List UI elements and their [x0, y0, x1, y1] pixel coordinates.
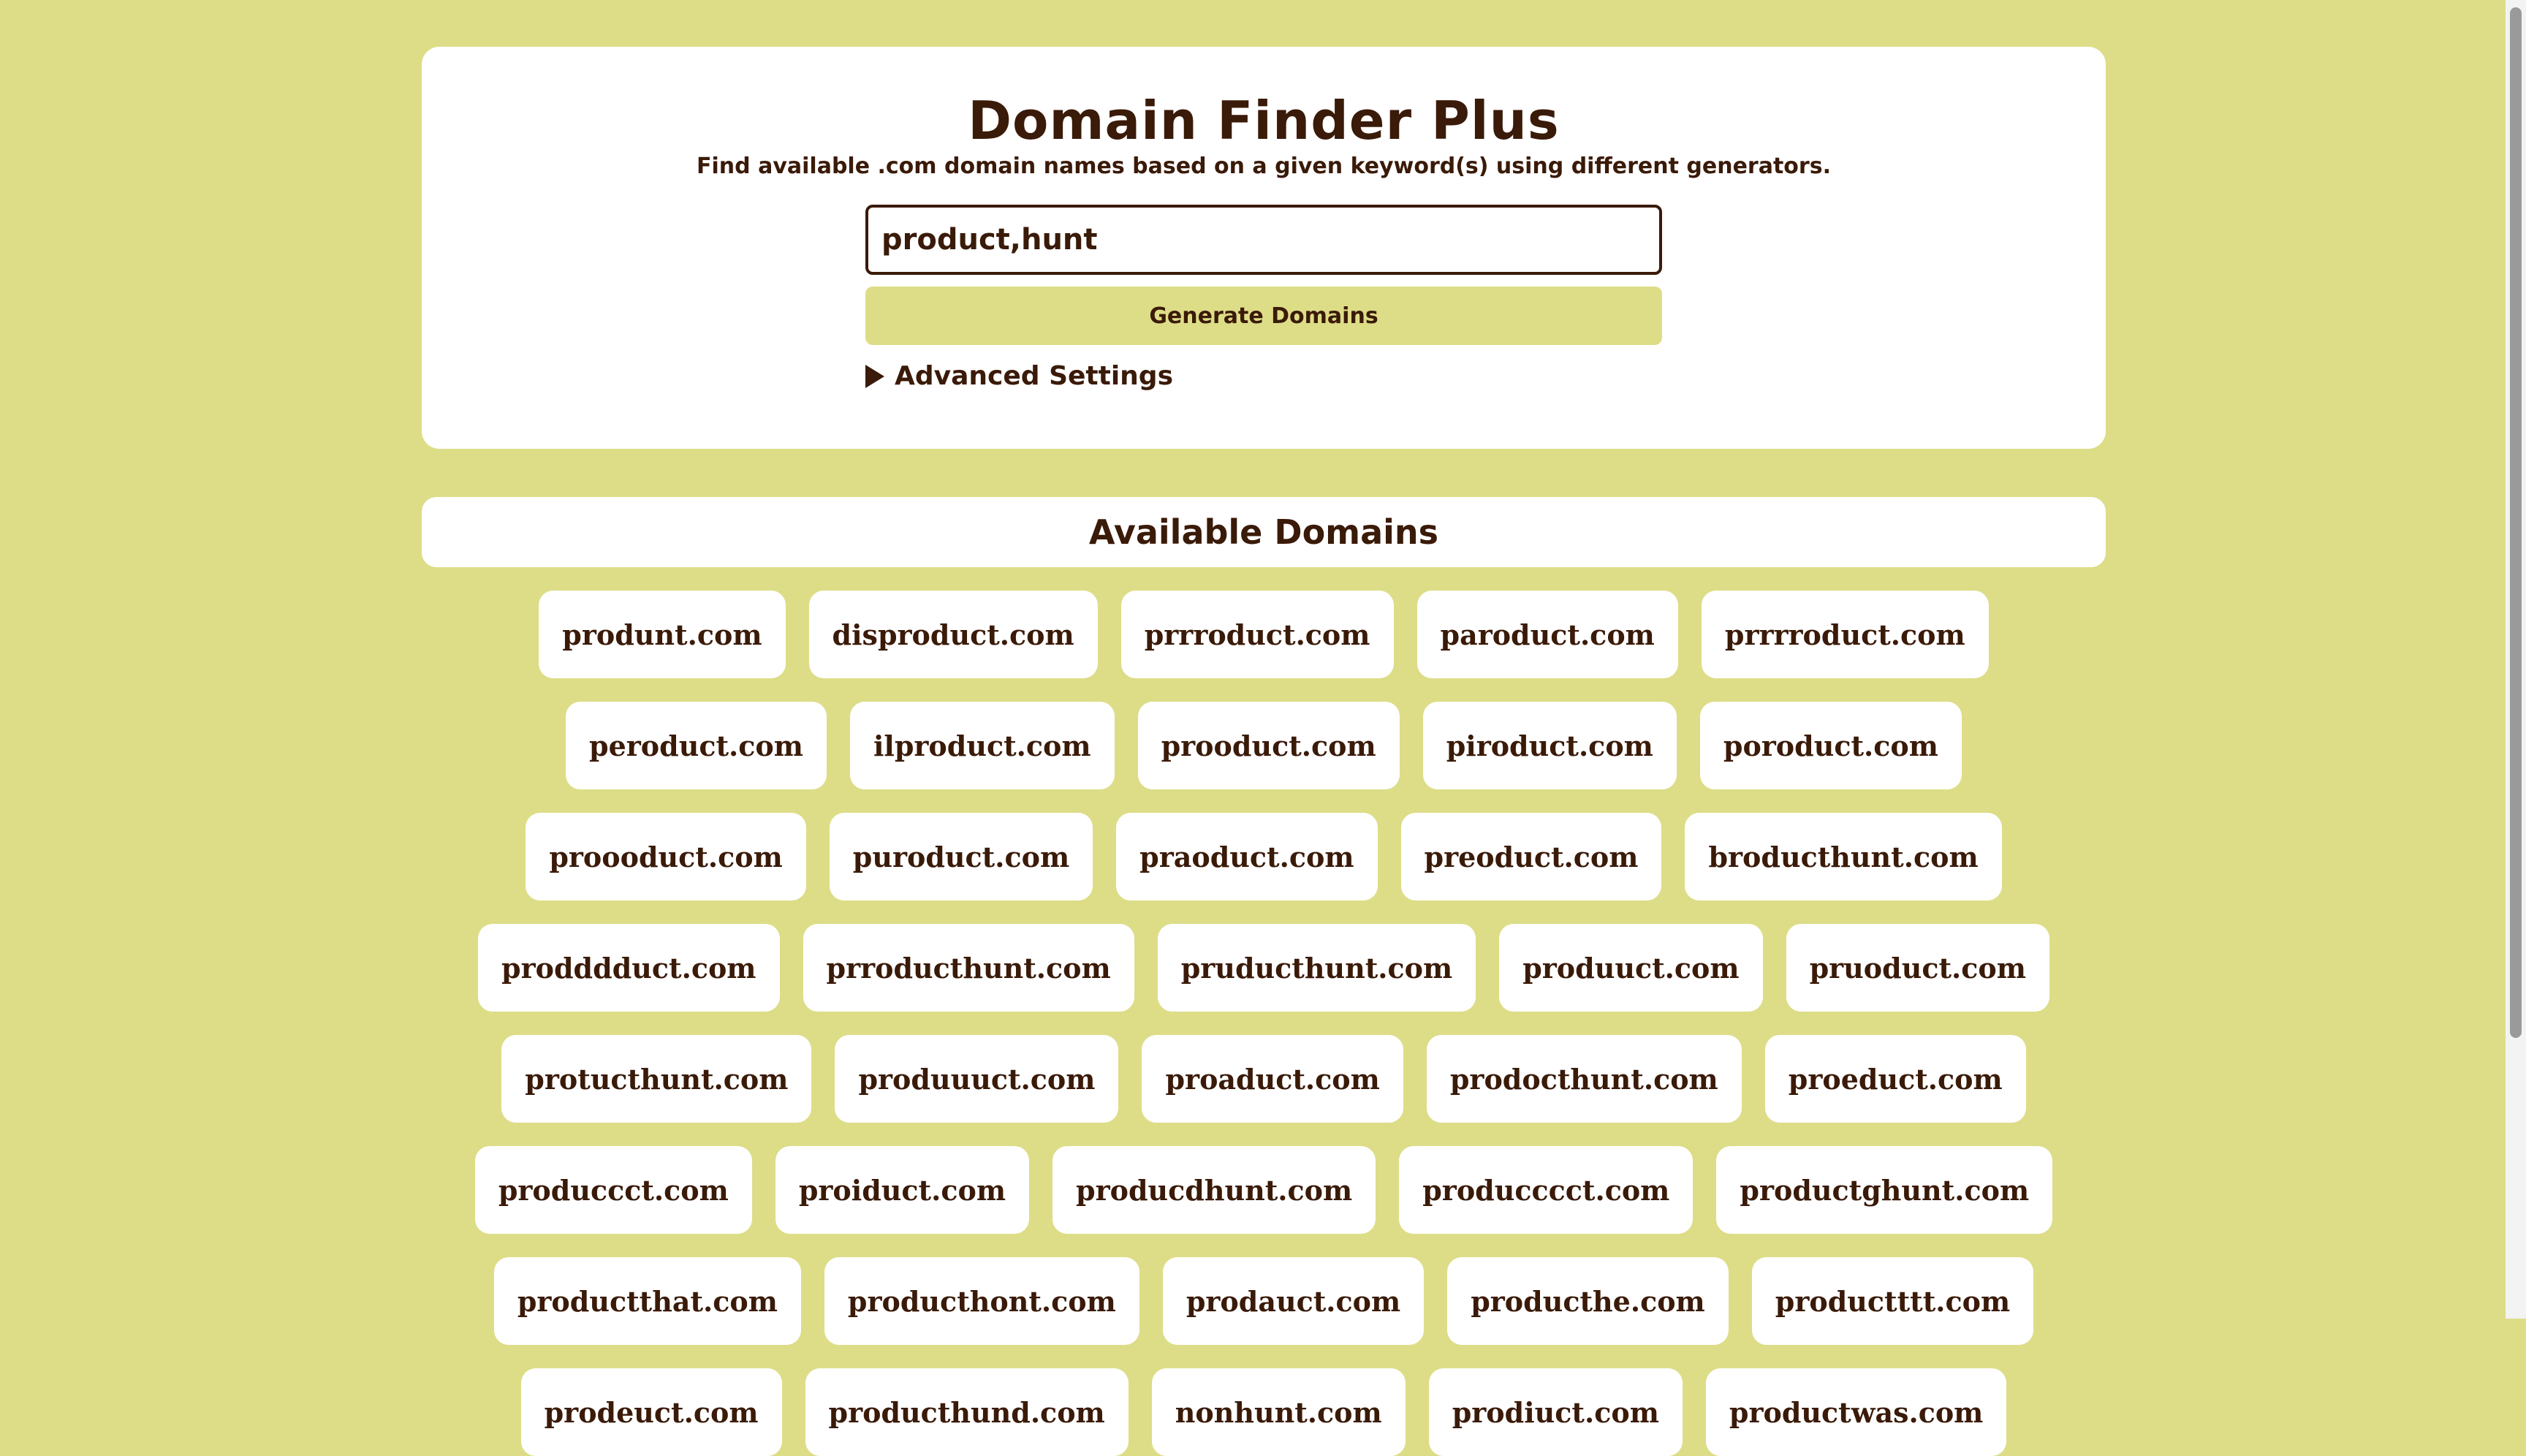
domain-chip[interactable]: producccct.com [1399, 1146, 1694, 1234]
triangle-right-icon [865, 364, 884, 388]
domain-chip[interactable]: productwas.com [1705, 1368, 2007, 1456]
domain-chip[interactable]: prrrroduct.com [1701, 591, 1989, 678]
domain-chip[interactable]: pruoduct.com [1786, 924, 2049, 1012]
domain-form: Generate Domains Advanced Settings [865, 205, 1662, 391]
domain-chip[interactable]: prodeuct.com [520, 1368, 782, 1456]
domain-chip[interactable]: praoduct.com [1116, 813, 1378, 900]
domain-chip[interactable]: preoduct.com [1400, 813, 1662, 900]
domain-chip[interactable]: producthont.com [824, 1257, 1139, 1345]
domain-chip[interactable]: productghunt.com [1716, 1146, 2053, 1234]
domain-chip[interactable]: broducthunt.com [1685, 813, 2002, 900]
page: Domain Finder Plus Find available .com d… [422, 47, 2106, 1456]
domain-list: produnt.com disproduct.com prrroduct.com pa… [422, 591, 2106, 1456]
page-subtitle: Find available .com domain names based o… [697, 153, 1831, 180]
domain-chip[interactable]: pruducthunt.com [1157, 924, 1476, 1012]
domain-chip[interactable]: produuct.com [1499, 924, 1763, 1012]
domain-chip[interactable]: producthund.com [805, 1368, 1129, 1456]
domain-chip[interactable]: proeduct.com [1764, 1035, 2026, 1123]
domain-chip[interactable]: proooduct.com [526, 813, 806, 900]
available-domains-header: Available Domains [422, 497, 2106, 567]
domain-chip[interactable]: proaduct.com [1142, 1035, 1403, 1123]
domain-chip[interactable]: proiduct.com [775, 1146, 1030, 1234]
generate-domains-button[interactable]: Generate Domains [865, 287, 1662, 346]
domain-chip[interactable]: produuuct.com [835, 1035, 1119, 1123]
domain-chip[interactable]: prooduct.com [1137, 702, 1400, 789]
domain-chip[interactable]: prroducthunt.com [803, 924, 1134, 1012]
page-title: Domain Finder Plus [968, 90, 1560, 151]
domain-chip[interactable]: prodiuct.com [1428, 1368, 1683, 1456]
domain-chip[interactable]: prrroduct.com [1120, 591, 1394, 678]
search-card: Domain Finder Plus Find available .com d… [422, 47, 2106, 449]
domain-chip[interactable]: prodddduct.com [478, 924, 780, 1012]
domain-chip[interactable]: producdhunt.com [1052, 1146, 1376, 1234]
keyword-input[interactable] [865, 205, 1662, 276]
scrollbar-thumb[interactable] [2510, 7, 2522, 1038]
available-domains-title: Available Domains [1088, 512, 1439, 552]
domain-chip[interactable]: paroduct.com [1416, 591, 1678, 678]
domain-chip[interactable]: puroduct.com [829, 813, 1093, 900]
domain-chip[interactable]: prodocthunt.com [1426, 1035, 1742, 1123]
domain-chip[interactable]: productttt.com [1751, 1257, 2034, 1345]
domain-chip[interactable]: ilproduct.com [849, 702, 1115, 789]
domain-chip[interactable]: prodauct.com [1162, 1257, 1425, 1345]
domain-chip[interactable]: peroduct.com [566, 702, 827, 789]
domain-chip[interactable]: disproduct.com [808, 591, 1098, 678]
advanced-settings-label: Advanced Settings [895, 361, 1174, 392]
domain-chip[interactable]: piroduct.com [1422, 702, 1677, 789]
domain-chip[interactable]: produccct.com [474, 1146, 752, 1234]
domain-chip[interactable]: productthat.com [493, 1257, 801, 1345]
domain-chip[interactable]: produnt.com [539, 591, 786, 678]
domain-chip[interactable]: poroduct.com [1699, 702, 1962, 789]
domain-chip[interactable]: protucthunt.com [501, 1035, 812, 1123]
domain-chip[interactable]: nonhunt.com [1151, 1368, 1406, 1456]
domain-chip[interactable]: producthe.com [1447, 1257, 1729, 1345]
advanced-settings-toggle[interactable]: Advanced Settings [865, 361, 1662, 391]
page-scrollbar[interactable] [2506, 0, 2526, 1319]
